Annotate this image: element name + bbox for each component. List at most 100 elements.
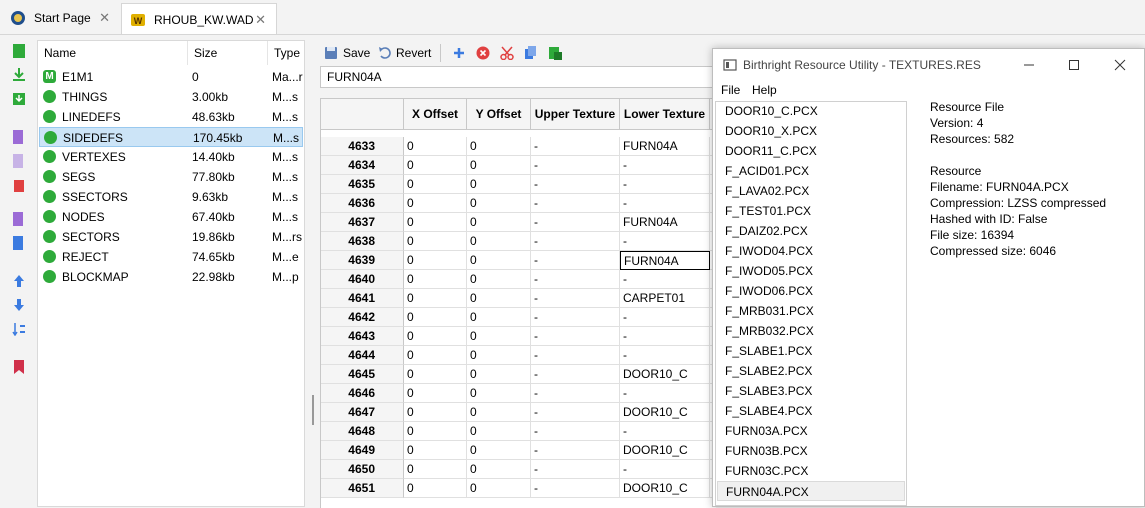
delete-icon[interactable] — [12, 178, 26, 192]
resource-list-item[interactable]: DOOR10_C.PCX — [717, 102, 905, 121]
resource-list-item[interactable]: F_SLABE2.PCX — [717, 361, 905, 381]
grid-cell-lower[interactable]: - — [620, 327, 710, 346]
resource-list-item[interactable]: F_SLABE1.PCX — [717, 341, 905, 361]
grid-cell-lower[interactable]: FURN04A — [620, 213, 710, 232]
grid-cell-x[interactable]: 0 — [404, 251, 467, 270]
resource-list-item[interactable]: F_TEST01.PCX — [717, 201, 905, 221]
grid-cell-x[interactable]: 0 — [404, 365, 467, 384]
grid-cell-y[interactable]: 0 — [467, 365, 531, 384]
move-up-icon[interactable] — [12, 274, 26, 288]
grid-cell-y[interactable]: 0 — [467, 289, 531, 308]
lump-row[interactable]: BLOCKMAP 22.98kb M...p — [39, 267, 303, 287]
grid-cell-y[interactable]: 0 — [467, 403, 531, 422]
lump-row[interactable]: SIDEDEFS 170.45kb M...s — [39, 127, 303, 147]
grid-cell-y[interactable]: 0 — [467, 175, 531, 194]
grid-cell-y[interactable]: 0 — [467, 479, 531, 498]
save-button[interactable]: Save — [324, 44, 370, 62]
resource-list-item[interactable]: F_SLABE4.PCX — [717, 401, 905, 421]
grid-cell-lower[interactable]: - — [620, 308, 710, 327]
grid-cell-y[interactable]: 0 — [467, 327, 531, 346]
grid-cell-upper[interactable]: - — [531, 460, 620, 479]
cut-icon[interactable] — [500, 46, 514, 60]
grid-cell-x[interactable]: 0 — [404, 441, 467, 460]
grid-cell-y[interactable]: 0 — [467, 346, 531, 365]
grid-cell-upper[interactable]: - — [531, 251, 620, 270]
grid-cell-lower[interactable]: DOOR10_C — [620, 479, 710, 498]
resource-list-item[interactable]: F_DAIZ02.PCX — [717, 221, 905, 241]
grid-cell-x[interactable]: 0 — [404, 213, 467, 232]
grid-cell-lower[interactable]: - — [620, 270, 710, 289]
resource-list-item[interactable]: DOOR11_C.PCX — [717, 141, 905, 161]
grid-cell-upper[interactable]: - — [531, 441, 620, 460]
lump-row[interactable]: THINGS 3.00kb M...s — [39, 87, 303, 107]
grid-cell-lower[interactable]: - — [620, 156, 710, 175]
grid-cell-upper[interactable]: - — [531, 213, 620, 232]
move-down-icon[interactable] — [12, 298, 26, 312]
grid-cell-upper[interactable]: - — [531, 384, 620, 403]
grid-cell-upper[interactable]: - — [531, 365, 620, 384]
resource-list-item[interactable]: FURN03B.PCX — [717, 441, 905, 461]
grid-cell-lower[interactable]: DOOR10_C — [620, 403, 710, 422]
grid-cell-x[interactable]: 0 — [404, 232, 467, 251]
minimize-icon[interactable] — [1023, 59, 1035, 71]
bookmark-icon[interactable] — [12, 360, 26, 374]
column-header-name[interactable]: Name — [38, 41, 188, 65]
grid-cell-x[interactable]: 0 — [404, 289, 467, 308]
tab-wad-file[interactable]: W RHOUB_KW.WAD ✕ — [121, 3, 277, 35]
grid-cell-lower[interactable]: CARPET01 — [620, 289, 710, 308]
revert-button[interactable]: Revert — [378, 44, 431, 62]
lump-row[interactable]: NODES 67.40kb M...s — [39, 207, 303, 227]
close-icon[interactable]: ✕ — [255, 12, 266, 28]
grid-cell-upper[interactable]: - — [531, 156, 620, 175]
column-header-type[interactable]: Type — [268, 41, 304, 65]
grid-cell-y[interactable]: 0 — [467, 308, 531, 327]
delete-row-icon[interactable] — [476, 46, 490, 60]
resource-list-item[interactable]: F_MRB031.PCX — [717, 301, 905, 321]
column-header-y-offset[interactable]: Y Offset — [467, 99, 531, 130]
grid-cell-y[interactable]: 0 — [467, 213, 531, 232]
resource-list-item[interactable]: F_IWOD04.PCX — [717, 241, 905, 261]
grid-cell-y[interactable]: 0 — [467, 156, 531, 175]
grid-cell-lower[interactable]: - — [620, 384, 710, 403]
grid-cell-lower[interactable]: FURN04A — [620, 137, 710, 156]
grid-cell-x[interactable]: 0 — [404, 479, 467, 498]
grid-cell-x[interactable]: 0 — [404, 384, 467, 403]
grid-cell-lower[interactable]: - — [620, 422, 710, 441]
column-header-x-offset[interactable]: X Offset — [404, 99, 467, 130]
lump-row[interactable]: REJECT 74.65kb M...e — [39, 247, 303, 267]
resource-list-item[interactable]: DOOR10_X.PCX — [717, 121, 905, 141]
lump-row[interactable]: SEGS 77.80kb M...s — [39, 167, 303, 187]
grid-cell-lower[interactable]: DOOR10_C — [620, 441, 710, 460]
column-header-size[interactable]: Size — [188, 41, 268, 65]
grid-cell-x[interactable]: 0 — [404, 137, 467, 156]
export-as-icon[interactable] — [12, 236, 26, 250]
grid-cell-upper[interactable]: - — [531, 289, 620, 308]
grid-cell-lower[interactable]: - — [620, 460, 710, 479]
resource-list-item[interactable]: FURN03A.PCX — [717, 421, 905, 441]
rename-icon[interactable] — [12, 130, 26, 144]
resource-list-item[interactable]: F_SLABE3.PCX — [717, 381, 905, 401]
grid-cell-y[interactable]: 0 — [467, 137, 531, 156]
grid-cell-x[interactable]: 0 — [404, 156, 467, 175]
grid-cell-upper[interactable]: - — [531, 194, 620, 213]
grid-cell-x[interactable]: 0 — [404, 460, 467, 479]
lump-row[interactable]: LINEDEFS 48.63kb M...s — [39, 107, 303, 127]
lump-row[interactable]: M E1M1 0 Ma...r — [39, 67, 303, 87]
grid-cell-lower[interactable]: DOOR10_C — [620, 365, 710, 384]
sort-icon[interactable] — [12, 322, 26, 336]
paste-icon[interactable] — [548, 46, 562, 60]
grid-cell-upper[interactable]: - — [531, 346, 620, 365]
grid-cell-y[interactable]: 0 — [467, 270, 531, 289]
grid-cell-x[interactable]: 0 — [404, 308, 467, 327]
tab-start-page[interactable]: Start Page ✕ — [2, 4, 120, 32]
grid-cell-y[interactable]: 0 — [467, 194, 531, 213]
grid-cell-x[interactable]: 0 — [404, 422, 467, 441]
grid-cell-lower[interactable]: - — [620, 175, 710, 194]
grid-cell-y[interactable]: 0 — [467, 251, 531, 270]
resource-list-item[interactable]: F_MRB032.PCX — [717, 321, 905, 341]
import-icon[interactable] — [12, 68, 26, 82]
lump-name-input[interactable]: FURN04A — [320, 66, 720, 88]
grid-cell-y[interactable]: 0 — [467, 422, 531, 441]
grid-cell-x[interactable]: 0 — [404, 346, 467, 365]
import-files-icon[interactable] — [12, 92, 26, 106]
